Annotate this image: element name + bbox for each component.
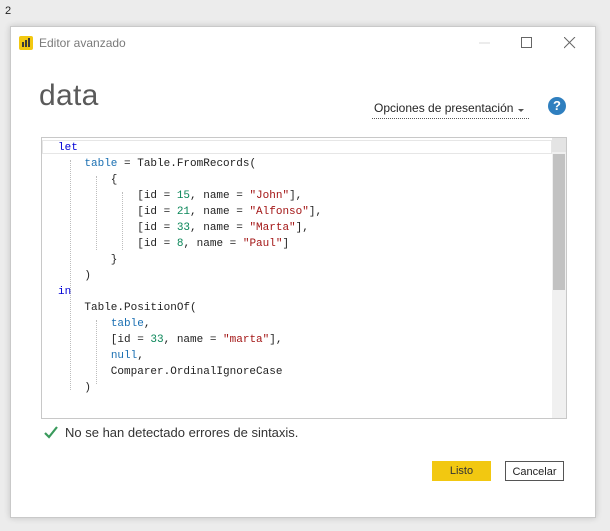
code-line[interactable]: null, [58,348,322,364]
code-line[interactable]: [id = 33, name = "marta"], [58,332,322,348]
query-name-title: data [39,79,99,112]
done-button[interactable]: Listo [432,461,491,481]
display-options-label: Opciones de presentación [374,101,514,115]
close-icon [564,37,576,49]
title-bar[interactable]: Editor avanzado [11,27,595,59]
close-button[interactable] [552,31,588,55]
code-text[interactable]: let table = Table.FromRecords( { [id = 1… [58,140,322,396]
code-line[interactable]: table = Table.FromRecords( [58,156,322,172]
vertical-scrollbar[interactable] [552,138,566,418]
code-line[interactable]: [id = 33, name = "Marta"], [58,220,322,236]
display-options-dropdown[interactable]: Opciones de presentación [372,99,529,119]
scroll-up-region[interactable] [552,138,566,152]
maximize-button[interactable] [509,31,545,55]
minimize-icon [479,42,490,44]
code-line[interactable]: ) [58,268,322,284]
code-line[interactable]: } [58,252,322,268]
syntax-status-message: No se han detectado errores de sintaxis. [65,425,299,440]
code-line[interactable]: [id = 21, name = "Alfonso"], [58,204,322,220]
advanced-editor-dialog: Editor avanzado data Opciones de present… [10,26,596,518]
code-line[interactable]: table, [58,316,322,332]
code-line[interactable]: [id = 15, name = "John"], [58,188,322,204]
power-bi-icon [19,36,33,50]
code-line[interactable]: Table.PositionOf( [58,300,322,316]
code-line[interactable]: [id = 8, name = "Paul"] [58,236,322,252]
cancel-button[interactable]: Cancelar [505,461,564,481]
code-line[interactable]: let [58,140,322,156]
code-line[interactable]: { [58,172,322,188]
code-editor[interactable]: let table = Table.FromRecords( { [id = 1… [41,137,567,419]
minimize-button[interactable] [467,31,503,55]
code-line[interactable]: ) [58,380,322,396]
page-number-label: 2 [5,5,12,17]
code-line[interactable]: Comparer.OrdinalIgnoreCase [58,364,322,380]
code-line[interactable]: in [58,284,322,300]
help-icon[interactable]: ? [548,97,566,115]
maximize-icon [521,37,532,48]
checkmark-icon [43,425,59,444]
scrollbar-thumb[interactable] [553,154,565,290]
chevron-down-icon [517,103,525,117]
window-title: Editor avanzado [39,36,126,50]
